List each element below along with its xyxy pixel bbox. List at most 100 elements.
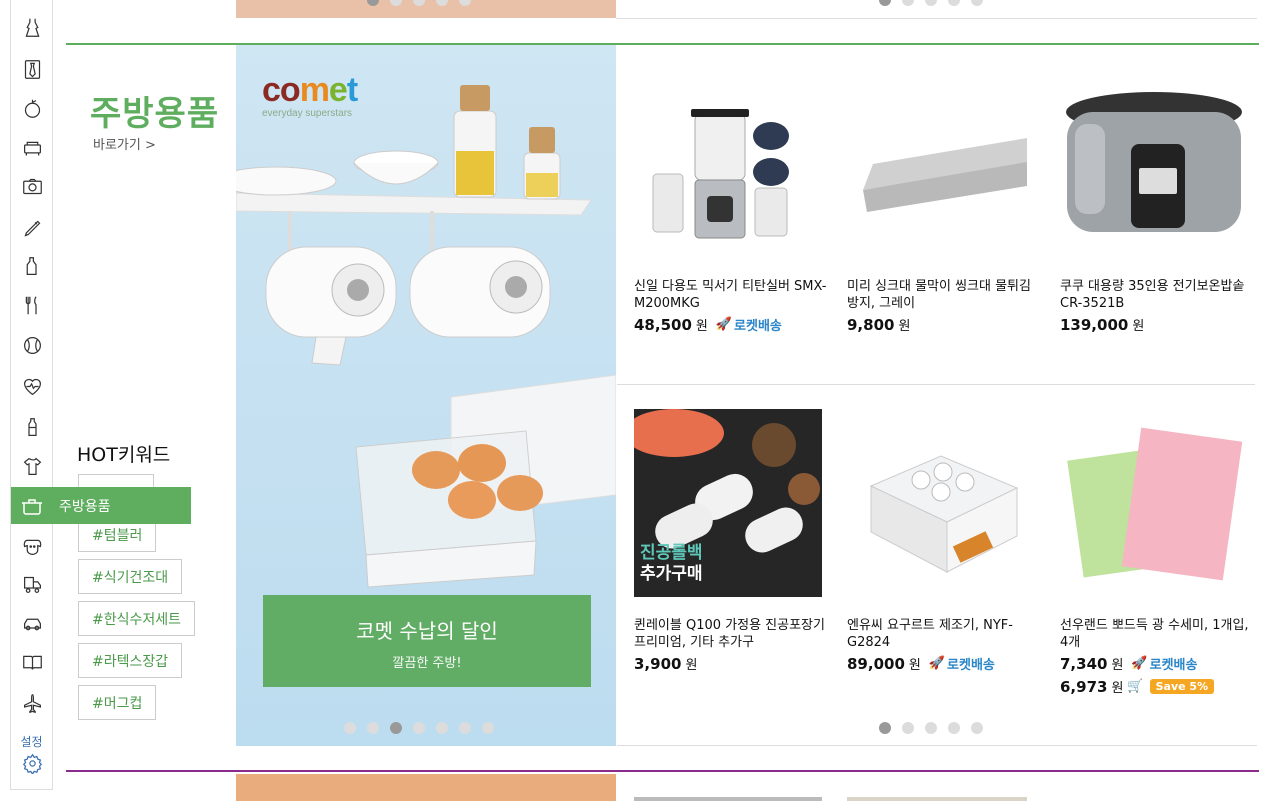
carousel-dot[interactable] (948, 0, 960, 6)
carousel-dot[interactable] (902, 0, 914, 6)
product-image[interactable] (634, 70, 822, 258)
subscription-price: 6,973 원 🛒 Save 5% (1060, 677, 1255, 696)
carousel-dot[interactable] (390, 0, 402, 6)
banner-subline: 깔끔한 주방! (392, 656, 462, 671)
product-name[interactable]: 쿠쿠 대용량 35인용 전기보온밥솥 CR-3521B (1060, 278, 1255, 312)
carousel-dot[interactable] (902, 722, 914, 734)
carousel-dot[interactable] (879, 0, 891, 6)
cutlery-icon[interactable] (22, 295, 43, 316)
product-price: 89,000 원 🚀 로켓배송 (847, 654, 1042, 674)
carousel-dot[interactable] (413, 722, 425, 734)
keyword-tag[interactable]: #머그컵 (78, 685, 157, 720)
price-value: 89,000 (847, 654, 905, 673)
pot-icon (11, 494, 53, 518)
sofa-icon[interactable] (22, 138, 43, 159)
price-value: 6,973 (1060, 677, 1108, 696)
carousel-dot[interactable] (925, 0, 937, 6)
onesie-icon[interactable] (22, 456, 43, 477)
banner-caption[interactable]: 코멧 수납의 달인 깔끔한 주방! (263, 595, 591, 687)
next-banner[interactable] (236, 774, 616, 801)
dog-icon[interactable] (22, 536, 43, 557)
airplane-icon[interactable] (22, 693, 43, 714)
carousel-dot[interactable] (367, 0, 379, 6)
product-image[interactable] (1060, 70, 1248, 258)
carousel-dot[interactable] (948, 722, 960, 734)
product-card[interactable]: 진공롤백 추가구매 퀸레이블 Q100 가정용 진공포장기 프리미엄, 기타 추가… (634, 409, 829, 673)
pencil-icon[interactable] (22, 218, 43, 239)
next-product-image[interactable] (847, 797, 1027, 801)
book-icon[interactable] (22, 652, 43, 673)
banner-headline: 코멧 수납의 달인 (356, 619, 498, 643)
product-card[interactable]: 미리 싱크대 물막이 씽크대 물튀김방지, 그레이 9,800 원 (847, 70, 1042, 334)
dress-icon[interactable] (22, 17, 43, 38)
product-name[interactable]: 엔유씨 요구르트 제조기, NYF-G2824 (847, 617, 1042, 651)
active-category-flyout[interactable]: 주방용품 (11, 487, 191, 524)
keyword-tag[interactable]: #식기건조대 (78, 559, 183, 594)
save-badge: Save 5% (1149, 679, 1215, 694)
carousel-dot[interactable] (459, 0, 471, 6)
price-value: 48,500 (634, 315, 692, 334)
carousel-dot[interactable] (459, 722, 471, 734)
product-name[interactable]: 선우랜드 뽀드득 광 수세미, 1개입, 4개 (1060, 617, 1255, 651)
keyword-tag[interactable]: #한식수저세트 (78, 601, 196, 636)
carousel-dot[interactable] (413, 0, 425, 6)
toy-truck-icon[interactable] (22, 574, 43, 595)
carousel-dot[interactable] (344, 722, 356, 734)
category-rail: 설정 (10, 0, 53, 790)
product-image[interactable] (1060, 409, 1248, 597)
carousel-dot[interactable] (925, 722, 937, 734)
price-value: 3,900 (634, 654, 682, 673)
camera-icon[interactable] (22, 176, 43, 197)
carousel-dot[interactable] (436, 722, 448, 734)
product-image[interactable] (847, 409, 1035, 597)
next-product-image[interactable] (634, 797, 822, 801)
shortcut-link[interactable]: 바로가기 > (93, 134, 156, 153)
carousel-dot[interactable] (436, 0, 448, 6)
carousel-dot-active[interactable] (879, 722, 891, 734)
baby-bottle-icon[interactable] (22, 417, 43, 438)
page: 설정 주방용품 주방용품 바로가기 > HOT키워드 #텀블러 #식기건조대 #… (0, 0, 1280, 801)
products-dots (879, 722, 983, 734)
product-name[interactable]: 미리 싱크대 물막이 씽크대 물튀김방지, 그레이 (847, 278, 1042, 312)
product-image[interactable]: 진공롤백 추가구매 (634, 409, 822, 597)
price-value: 9,800 (847, 315, 895, 334)
keyword-tag[interactable]: #라텍스장갑 (78, 643, 183, 678)
currency: 원 (908, 658, 921, 673)
product-card[interactable]: 신일 다용도 믹서기 티탄실버 SMX-M200MKG 48,500 원 🚀 로켓배… (634, 70, 829, 334)
bottle-icon[interactable] (22, 256, 43, 277)
keyword-tag-hidden[interactable] (78, 474, 154, 488)
previous-products-dots (879, 0, 983, 6)
ball-icon[interactable] (22, 335, 43, 356)
product-name[interactable]: 퀸레이블 Q100 가정용 진공포장기 프리미엄, 기타 추가구 (634, 617, 829, 651)
divider (617, 745, 1257, 746)
currency: 원 (1132, 319, 1145, 334)
product-card[interactable]: 쿠쿠 대용량 35인용 전기보온밥솥 CR-3521B 139,000 원 (1060, 70, 1255, 334)
settings-label[interactable]: 설정 (11, 733, 52, 750)
tie-icon[interactable] (22, 59, 43, 80)
heart-pulse-icon[interactable] (22, 376, 43, 397)
carousel-dot[interactable] (482, 722, 494, 734)
product-price: 7,340 원 🚀 로켓배송 (1060, 654, 1255, 674)
rocket-icon: 🚀 (928, 656, 946, 671)
currency: 원 (1111, 658, 1124, 673)
carousel-dot[interactable] (971, 0, 983, 6)
product-card[interactable]: 엔유씨 요구르트 제조기, NYF-G2824 89,000 원 🚀 로켓배송 (847, 409, 1042, 673)
hot-keywords-title: HOT키워드 (77, 444, 171, 466)
promo-banner[interactable]: comet everyday superstars 코멧 수납의 달인 깔끔한 … (236, 45, 616, 746)
car-icon[interactable] (22, 614, 43, 635)
subscribe-cart-icon: 🛒 (1127, 679, 1144, 694)
rocket-icon: 🚀 (1131, 656, 1148, 671)
product-price: 3,900 원 (634, 654, 829, 674)
product-name[interactable]: 신일 다용도 믹서기 티탄실버 SMX-M200MKG (634, 278, 829, 312)
carousel-dot-active[interactable] (390, 722, 402, 734)
product-price: 48,500 원 🚀 로켓배송 (634, 315, 829, 335)
carousel-dot[interactable] (971, 722, 983, 734)
category-title: 주방용품 (90, 94, 220, 134)
rocket-icon: 🚀 (715, 317, 733, 332)
carousel-dot[interactable] (367, 722, 379, 734)
currency: 원 (695, 319, 708, 334)
product-image[interactable] (847, 70, 1035, 258)
gear-icon[interactable] (22, 753, 43, 774)
product-card[interactable]: 선우랜드 뽀드득 광 수세미, 1개입, 4개 7,340 원 🚀 로켓배송 6,9… (1060, 409, 1255, 696)
apple-icon[interactable] (22, 98, 43, 119)
